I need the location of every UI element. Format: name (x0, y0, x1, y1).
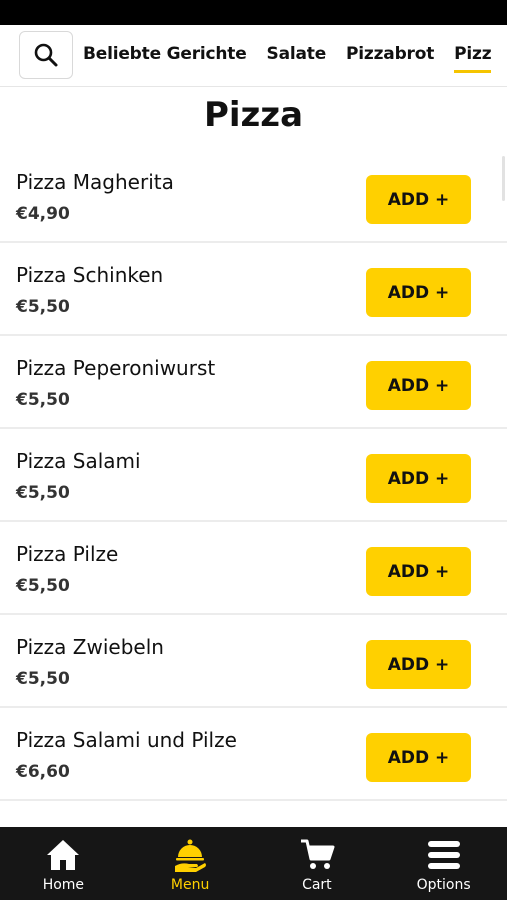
category-tabs: Beliebte Gerichte Salate Pizzabrot Pizz (83, 25, 507, 86)
add-button[interactable]: ADD + (366, 268, 471, 317)
category-bar: Beliebte Gerichte Salate Pizzabrot Pizz (0, 25, 507, 87)
list-item: Pizza Zwiebeln €5,50 ADD + (0, 615, 507, 708)
nav-options-label: Options (416, 877, 471, 893)
tab-pizza[interactable]: Pizz (454, 25, 492, 86)
menu-list[interactable]: Pizza Magherita €4,90 ADD + Pizza Schink… (0, 150, 507, 827)
add-button[interactable]: ADD + (366, 175, 471, 224)
nav-cart[interactable]: Cart (254, 827, 381, 900)
item-name: Pizza Schinken (16, 263, 164, 287)
item-price: €5,50 (16, 576, 70, 596)
add-button[interactable]: ADD + (366, 454, 471, 503)
list-item-partial (0, 801, 507, 827)
item-name: Pizza Salami (16, 449, 141, 473)
item-name: Pizza Salami und Pilze (16, 728, 237, 752)
list-item: Pizza Magherita €4,90 ADD + (0, 150, 507, 243)
nav-menu[interactable]: Menu (127, 827, 254, 900)
search-icon (34, 43, 58, 67)
tab-pizzabrot[interactable]: Pizzabrot (346, 25, 434, 86)
tab-salate[interactable]: Salate (267, 25, 327, 86)
list-item: Pizza Salami €5,50 ADD + (0, 429, 507, 522)
bottom-nav: Home Menu Cart Options (0, 827, 507, 900)
item-price: €6,60 (16, 762, 70, 782)
item-name: Pizza Peperoniwurst (16, 356, 216, 380)
item-name: Pizza Magherita (16, 170, 174, 194)
item-price: €5,50 (16, 297, 70, 317)
status-bar (0, 0, 507, 25)
item-price: €4,90 (16, 204, 70, 224)
cart-icon (300, 839, 335, 869)
item-name: Pizza Zwiebeln (16, 635, 164, 659)
item-price: €5,50 (16, 483, 70, 503)
item-price: €5,50 (16, 669, 70, 689)
nav-options[interactable]: Options (380, 827, 507, 900)
add-button[interactable]: ADD + (366, 361, 471, 410)
list-item: Pizza Schinken €5,50 ADD + (0, 243, 507, 336)
item-name: Pizza Pilze (16, 542, 119, 566)
tab-beliebte-gerichte[interactable]: Beliebte Gerichte (83, 25, 247, 86)
list-item: Pizza Peperoniwurst €5,50 ADD + (0, 336, 507, 429)
nav-menu-label: Menu (170, 877, 210, 893)
menu-icon (427, 841, 460, 869)
add-button[interactable]: ADD + (366, 733, 471, 782)
nav-home-label: Home (42, 877, 85, 893)
item-price: €5,50 (16, 390, 70, 410)
list-item: Pizza Salami und Pilze €6,60 ADD + (0, 708, 507, 801)
add-button[interactable]: ADD + (366, 640, 471, 689)
nav-home[interactable]: Home (0, 827, 127, 900)
search-button[interactable] (19, 31, 73, 79)
section-title: Pizza (203, 95, 304, 135)
add-button[interactable]: ADD + (366, 547, 471, 596)
nav-cart-label: Cart (302, 877, 332, 893)
cloche-icon (175, 839, 207, 872)
home-icon (47, 840, 80, 870)
list-item: Pizza Pilze €5,50 ADD + (0, 522, 507, 615)
